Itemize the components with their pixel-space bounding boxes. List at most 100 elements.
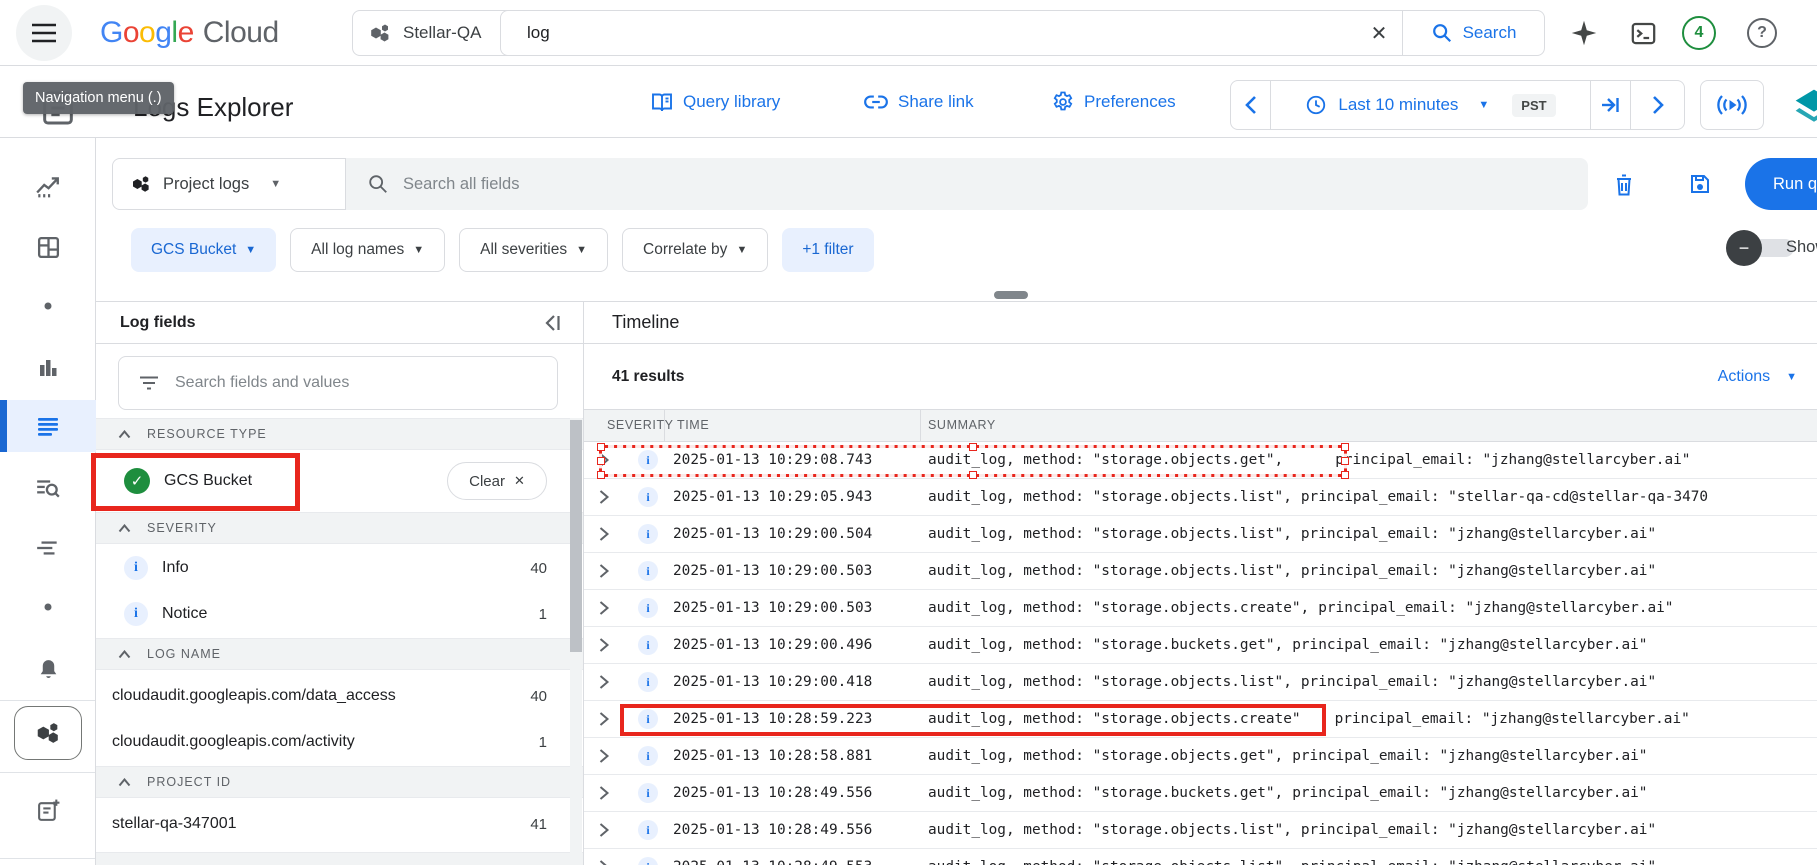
filter-chip-all-log-names[interactable]: All log names▼ <box>290 228 445 272</box>
jump-to-now-button[interactable] <box>1591 81 1630 129</box>
log-table-row[interactable]: i2025-01-13 10:29:00.496audit_log, metho… <box>584 627 1817 664</box>
expand-row-icon[interactable] <box>598 489 620 505</box>
cloud-shell-button[interactable] <box>1622 0 1664 66</box>
query-library-button[interactable]: Query library <box>650 80 780 124</box>
scope-label: Project logs <box>163 175 249 194</box>
sidebar-item-logs-explorer[interactable] <box>0 402 96 450</box>
timezone-badge: PST <box>1512 94 1555 117</box>
log-table-row[interactable]: i2025-01-13 10:29:08.743audit_log, metho… <box>584 442 1817 479</box>
expand-row-icon[interactable] <box>598 748 620 764</box>
expand-row-icon[interactable] <box>598 711 620 727</box>
field-item-notice[interactable]: iNotice1 <box>96 594 583 634</box>
log-table-row[interactable]: i2025-01-13 10:29:05.943audit_log, metho… <box>584 479 1817 516</box>
summary-method: audit_log, method: "storage.objects.list… <box>928 859 1292 865</box>
help-button[interactable]: ? <box>1742 0 1782 66</box>
run-query-button[interactable]: Run query <box>1745 158 1817 210</box>
severity-info-icon: i <box>638 635 658 655</box>
log-table-row[interactable]: i2025-01-13 10:29:00.418audit_log, metho… <box>584 664 1817 701</box>
field-item-cloudaudit-googleapis-com-activity[interactable]: cloudaudit.googleapis.com/activity1 <box>96 722 583 762</box>
summary-principal-email: principal_email: "jzhang@stellarcyber.ai… <box>1318 600 1673 616</box>
time-range-back-button[interactable] <box>1231 81 1270 129</box>
section-header-project-id[interactable]: PROJECT ID <box>96 766 583 798</box>
collapse-panel-icon[interactable] <box>543 314 563 332</box>
field-item-cloudaudit-googleapis-com-data-access[interactable]: cloudaudit.googleapis.com/data_access40 <box>96 676 583 716</box>
global-search-input[interactable]: log <box>501 23 1356 43</box>
time-range-dropdown[interactable]: Last 10 minutes ▼ PST <box>1271 81 1590 129</box>
expand-row-icon[interactable] <box>598 526 620 542</box>
sidebar-item-metrics[interactable] <box>0 344 96 392</box>
expand-row-icon[interactable] <box>598 822 620 838</box>
filter-chip-all-severities[interactable]: All severities▼ <box>459 228 608 272</box>
scope-hexagons-icon <box>131 173 151 195</box>
field-item-stellar-qa-347001[interactable]: stellar-qa-34700141 <box>96 804 583 844</box>
preferences-label: Preferences <box>1084 92 1176 112</box>
log-table-row[interactable]: i2025-01-13 10:29:00.503audit_log, metho… <box>584 553 1817 590</box>
log-table-row[interactable]: i2025-01-13 10:29:00.504audit_log, metho… <box>584 516 1817 553</box>
preferences-button[interactable]: Preferences <box>1051 80 1176 124</box>
expand-row-icon[interactable] <box>598 859 620 865</box>
hexagons-icon <box>35 719 61 747</box>
summary-method: audit_log, method: "storage.objects.list… <box>928 674 1292 690</box>
notifications-badge-button[interactable]: 4 <box>1678 0 1720 66</box>
clear-filter-button[interactable]: Clear✕ <box>447 462 547 500</box>
chevron-right-icon <box>1651 95 1665 115</box>
sidebar-item-hexagon-product[interactable] <box>0 709 96 757</box>
log-fields-search-input[interactable]: Search fields and values <box>118 356 558 410</box>
expand-row-icon[interactable] <box>598 785 620 801</box>
expand-row-icon[interactable] <box>598 637 620 653</box>
log-table-row[interactable]: i2025-01-13 10:29:00.503audit_log, metho… <box>584 590 1817 627</box>
dot-icon <box>44 603 52 611</box>
section-header-severity[interactable]: SEVERITY <box>96 512 583 544</box>
log-time: 2025-01-13 10:28:59.223 <box>673 711 928 727</box>
section-header-resource-type[interactable]: RESOURCE TYPE <box>96 418 583 450</box>
expand-row-icon[interactable] <box>598 600 620 616</box>
section-header-log-name[interactable]: LOG NAME <box>96 638 583 670</box>
filter-chip-correlate-by[interactable]: Correlate by▼ <box>622 228 768 272</box>
summary-principal-email: principal_email: "jzhang@stellarcyber.ai… <box>1301 859 1656 865</box>
sidebar-item-dot-2[interactable] <box>0 583 96 631</box>
sidebar-item-log-analytics[interactable] <box>0 464 96 512</box>
clear-search-icon[interactable]: ✕ <box>1356 21 1402 46</box>
live-stream-icon <box>1715 92 1749 118</box>
sidebar-item-overview[interactable] <box>0 162 96 210</box>
sidebar-item-compose[interactable] <box>0 786 96 834</box>
sidebar-item-alerts[interactable] <box>0 645 96 693</box>
google-cloud-logo[interactable]: Google Cloud <box>100 0 279 66</box>
log-fields-scrollbar-thumb[interactable] <box>570 420 582 652</box>
filter-chip-gcs-bucket[interactable]: GCS Bucket▼ <box>131 228 276 272</box>
share-link-button[interactable]: Share link <box>863 80 974 124</box>
log-table-row[interactable]: i2025-01-13 10:28:58.881audit_log, metho… <box>584 738 1817 775</box>
actions-dropdown[interactable]: Actions ▼ <box>1718 368 1797 386</box>
expand-row-icon[interactable] <box>598 674 620 690</box>
sidebar-item-dashboards[interactable] <box>0 223 96 271</box>
field-item-gcs-bucket[interactable]: ✓GCS BucketClear✕ <box>96 450 583 512</box>
time-range-forward-button[interactable] <box>1631 81 1684 129</box>
log-table-row[interactable]: i2025-01-13 10:28:49.556audit_log, metho… <box>584 812 1817 849</box>
save-query-button[interactable] <box>1688 172 1712 196</box>
log-time: 2025-01-13 10:28:49.556 <box>673 822 928 838</box>
log-scope-dropdown[interactable]: Project logs ▼ <box>112 158 346 210</box>
stream-logs-button[interactable] <box>1700 80 1764 130</box>
chip-caret-icon: ▼ <box>413 244 424 256</box>
log-table-row[interactable]: i2025-01-13 10:28:49.556audit_log, metho… <box>584 775 1817 812</box>
log-table-row[interactable]: i2025-01-13 10:28:49.553audit_log, metho… <box>584 849 1817 865</box>
query-search-input[interactable]: Search all fields <box>345 158 1588 210</box>
expand-row-icon[interactable] <box>598 452 620 468</box>
sidebar-item-log-router[interactable] <box>0 524 96 572</box>
show-query-toggle[interactable]: − <box>1726 230 1762 266</box>
panel-resize-handle[interactable] <box>994 291 1028 299</box>
filter-chip--1-filter[interactable]: +1 filter <box>782 228 873 272</box>
navigation-menu-button[interactable] <box>16 5 72 61</box>
assistant-panel-icon[interactable] <box>1792 86 1817 130</box>
field-label: GCS Bucket <box>164 472 252 490</box>
chevron-up-icon <box>118 778 131 787</box>
gemini-button[interactable] <box>1564 0 1604 66</box>
expand-row-icon[interactable] <box>598 563 620 579</box>
search-button[interactable]: Search <box>1402 11 1544 55</box>
log-fields-header: Log fields <box>96 302 583 344</box>
log-table-row[interactable]: i2025-01-13 10:28:59.223audit_log, metho… <box>584 701 1817 738</box>
sidebar-item-dot-1[interactable] <box>0 282 96 330</box>
delete-query-button[interactable] <box>1612 172 1636 198</box>
trash-icon <box>1612 172 1636 198</box>
field-item-info[interactable]: iInfo40 <box>96 548 583 588</box>
